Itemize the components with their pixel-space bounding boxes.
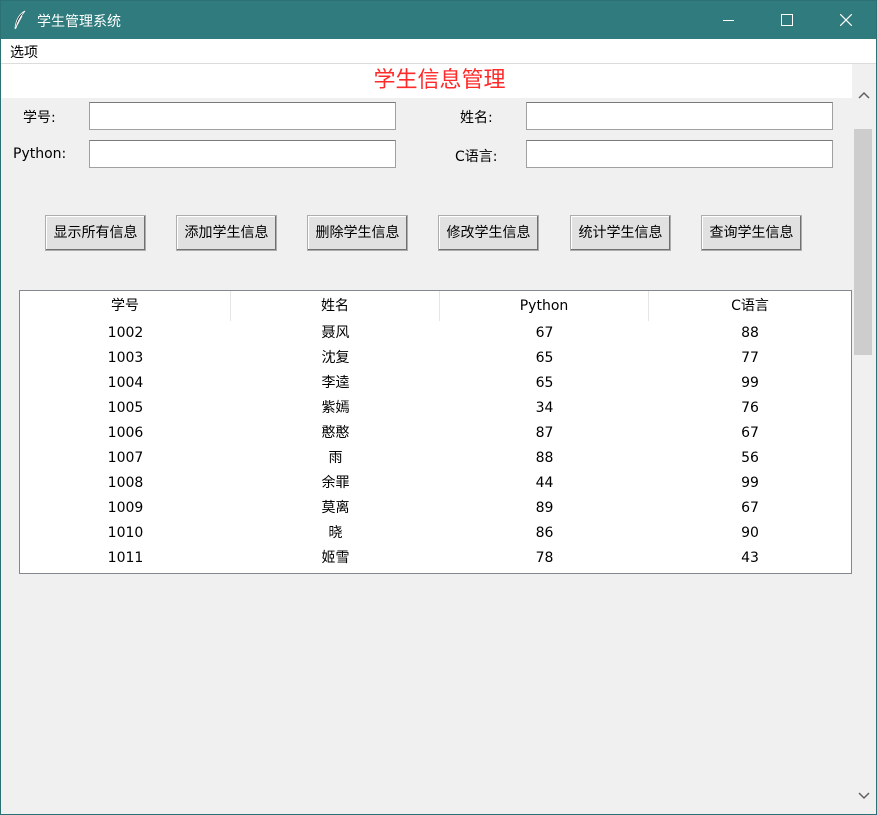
cell-student-id: 1010 [107, 525, 144, 541]
show-all-button[interactable]: 显示所有信息 [45, 215, 146, 251]
cell-python: 89 [535, 500, 554, 516]
cell-python: 88 [535, 450, 554, 466]
table-row[interactable]: 1007 雨 88 56 [20, 446, 851, 471]
cell-name: 姬雪 [321, 550, 350, 566]
cell-python: 67 [535, 325, 554, 341]
column-header-python[interactable]: Python [440, 291, 649, 321]
cell-c-language: 67 [741, 500, 759, 516]
table-row[interactable]: 1002 聂风 67 88 [20, 321, 851, 346]
menu-options[interactable]: 选项 [10, 42, 38, 62]
cell-c-language: 67 [741, 425, 759, 441]
cell-c-language: 56 [741, 450, 759, 466]
table-row[interactable]: 1009 莫离 89 67 [20, 496, 851, 521]
cell-c-language: 90 [741, 525, 759, 541]
cell-student-id: 1008 [107, 475, 144, 491]
cell-name: 晓 [328, 525, 343, 541]
table-body: 1002 聂风 67 88 1003 沈复 65 77 1004 李逵 65 99 1005 紫嫣 34 76… [20, 321, 851, 571]
vertical-scrollbar[interactable] [852, 87, 876, 805]
name-input[interactable] [526, 102, 833, 130]
modify-student-button[interactable]: 修改学生信息 [438, 215, 539, 251]
cell-c-language: 77 [741, 350, 759, 366]
column-header-student-id[interactable]: 学号 [20, 291, 231, 321]
python-label: Python: [13, 146, 67, 162]
menu-bar: 选项 [1, 39, 876, 64]
cell-python: 65 [535, 375, 554, 391]
add-student-button[interactable]: 添加学生信息 [176, 215, 277, 251]
app-window: 学生管理系统 选项 学生信息管理 学号: 姓名: Python: C语言: 显示… [0, 0, 877, 815]
table-row[interactable]: 1008 余罪 44 99 [20, 471, 851, 496]
maximize-icon [781, 14, 793, 26]
table-row[interactable]: 1006 憨憨 87 67 [20, 421, 851, 446]
table-header: 学号 姓名 Python C语言 [20, 291, 851, 322]
maximize-button[interactable] [759, 1, 817, 39]
cell-student-id: 1003 [107, 350, 144, 366]
cell-python: 87 [535, 425, 554, 441]
scrollbar-thumb[interactable] [854, 129, 872, 355]
close-button[interactable] [818, 1, 876, 39]
cell-student-id: 1007 [107, 450, 144, 466]
cell-python: 34 [535, 400, 554, 416]
window-title: 学生管理系统 [37, 14, 121, 30]
cell-name: 聂风 [321, 325, 350, 341]
close-icon [840, 14, 852, 26]
table-row[interactable]: 1004 李逵 65 99 [20, 371, 851, 396]
c-score-input[interactable] [526, 140, 833, 168]
cell-student-id: 1006 [107, 425, 144, 441]
cell-name: 余罪 [321, 475, 350, 491]
c-language-label: C语言: [455, 149, 498, 165]
cell-python: 78 [535, 550, 554, 566]
python-score-input[interactable] [89, 140, 396, 168]
cell-python: 44 [535, 475, 554, 491]
minimize-icon [723, 20, 734, 21]
scroll-down-arrow-icon[interactable] [852, 787, 876, 804]
student-id-input[interactable] [89, 102, 396, 130]
student-table[interactable]: 学号 姓名 Python C语言 1002 聂风 67 88 1003 沈复 65 77 100… [19, 290, 852, 574]
cell-python: 65 [535, 350, 554, 366]
cell-c-language: 76 [741, 400, 759, 416]
column-header-name[interactable]: 姓名 [231, 291, 440, 321]
minimize-button[interactable] [701, 1, 759, 39]
stats-student-button[interactable]: 统计学生信息 [570, 215, 671, 251]
cell-student-id: 1011 [107, 550, 144, 566]
student-id-label: 学号: [23, 110, 56, 126]
cell-c-language: 43 [741, 550, 759, 566]
cell-name: 憨憨 [321, 425, 350, 441]
cell-name: 莫离 [321, 500, 350, 516]
cell-name: 紫嫣 [321, 400, 350, 416]
feather-icon [14, 10, 26, 30]
cell-python: 86 [535, 525, 554, 541]
cell-student-id: 1005 [107, 400, 144, 416]
cell-name: 李逵 [321, 375, 350, 391]
cell-c-language: 99 [741, 475, 759, 491]
table-row[interactable]: 1005 紫嫣 34 76 [20, 396, 851, 421]
page-title: 学生信息管理 [373, 68, 506, 93]
table-row[interactable]: 1010 晓 86 90 [20, 521, 851, 546]
column-header-c-language[interactable]: C语言 [649, 291, 851, 321]
cell-name: 沈复 [321, 350, 350, 366]
cell-name: 雨 [328, 450, 343, 466]
table-row[interactable]: 1011 姬雪 78 43 [20, 546, 851, 571]
query-student-button[interactable]: 查询学生信息 [701, 215, 802, 251]
delete-student-button[interactable]: 删除学生信息 [307, 215, 408, 251]
scroll-up-arrow-icon[interactable] [852, 87, 876, 104]
cell-c-language: 99 [741, 375, 759, 391]
table-row[interactable]: 1003 沈复 65 77 [20, 346, 851, 371]
cell-student-id: 1002 [107, 325, 144, 341]
cell-student-id: 1004 [107, 375, 144, 391]
cell-c-language: 88 [741, 325, 759, 341]
name-label: 姓名: [460, 110, 493, 126]
title-bar[interactable]: 学生管理系统 [1, 1, 876, 39]
cell-student-id: 1009 [107, 500, 144, 516]
